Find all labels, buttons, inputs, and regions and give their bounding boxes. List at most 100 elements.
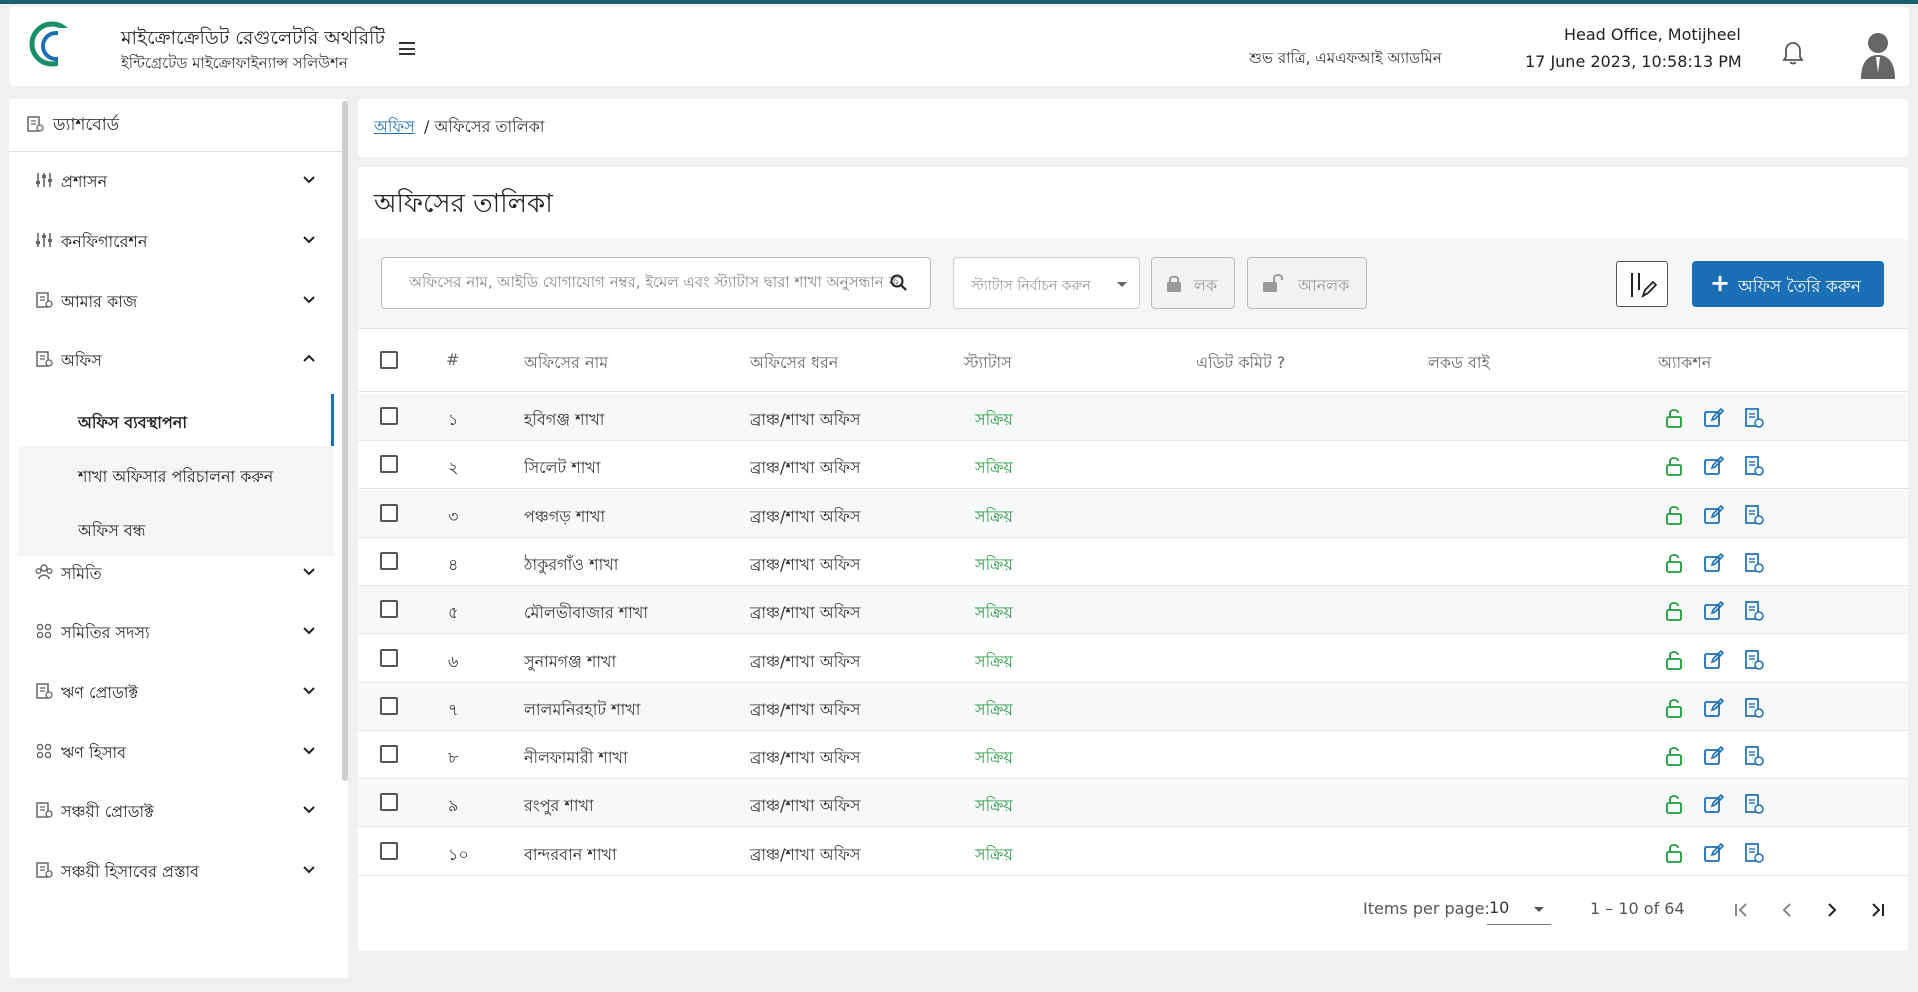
unlock-icon[interactable] (1663, 745, 1685, 767)
view-details-icon[interactable] (1743, 793, 1765, 815)
table-row: ১০ বান্দরবান শাখা ব্রাঞ্চ/শাখা অফিস সক্রিয় (358, 828, 1908, 876)
sliders-icon (36, 173, 52, 187)
chevron-down-icon[interactable] (302, 172, 316, 186)
edit-icon[interactable] (1703, 455, 1725, 477)
unlock-icon[interactable] (1663, 552, 1685, 574)
items-per-page-label: Items per page: (1363, 899, 1490, 918)
chevron-down-icon[interactable] (302, 292, 316, 306)
create-office-button[interactable]: + অফিস তৈরি করুন (1692, 261, 1884, 307)
chevron-down-icon[interactable] (302, 564, 316, 578)
sidebar-item-4[interactable]: অফিস (9, 331, 334, 386)
chevron-down-icon[interactable] (302, 743, 316, 757)
chevron-down-icon[interactable] (302, 862, 316, 876)
row-checkbox[interactable] (380, 551, 398, 570)
row-checkbox[interactable] (380, 745, 398, 764)
unlock-icon[interactable] (1663, 649, 1685, 671)
unlock-icon[interactable] (1663, 793, 1685, 815)
status-select-placeholder: স্ট্যাটাস নির্বাচন করুন (971, 278, 1091, 294)
previous-page-button[interactable] (1770, 893, 1804, 927)
first-page-button[interactable] (1725, 893, 1759, 927)
view-details-icon[interactable] (1743, 649, 1765, 671)
view-details-icon[interactable] (1743, 455, 1765, 477)
hamburger-icon[interactable] (399, 42, 419, 58)
unlock-icon[interactable] (1663, 504, 1685, 526)
row-checkbox[interactable] (380, 455, 398, 474)
view-details-icon[interactable] (1743, 600, 1765, 622)
user-avatar-icon[interactable] (1859, 29, 1897, 79)
row-number: ৫ (448, 603, 459, 623)
sidebar-item-8[interactable]: ঋণ প্রোডাক্ট (9, 663, 334, 718)
members-icon (36, 743, 52, 759)
sidebar-item-7[interactable]: সমিতির সদস্য (9, 603, 334, 658)
view-details-icon[interactable] (1743, 745, 1765, 767)
column-header[interactable]: # (446, 350, 459, 369)
view-details-icon[interactable] (1743, 552, 1765, 574)
column-settings-button[interactable] (1616, 261, 1668, 307)
bell-icon[interactable] (1781, 40, 1805, 66)
view-details-icon[interactable] (1743, 697, 1765, 719)
chevron-down-icon[interactable] (302, 802, 316, 816)
chevron-left-icon (1782, 903, 1791, 917)
unlock-icon[interactable] (1663, 697, 1685, 719)
view-details-icon[interactable] (1743, 842, 1765, 864)
items-per-page-select[interactable]: 10 (1487, 895, 1551, 925)
sidebar-item-dashboard[interactable]: ড্যাশবোর্ড (9, 99, 342, 152)
column-header[interactable]: এডিট কমিট ? (1196, 350, 1285, 377)
status-cell: সক্রিয় (975, 506, 1013, 526)
chevron-right-icon (1828, 903, 1837, 917)
last-page-button[interactable] (1860, 893, 1894, 927)
column-header[interactable]: স্ট্যাটাস (964, 350, 1012, 377)
row-checkbox[interactable] (380, 407, 398, 425)
status-select[interactable]: স্ট্যাটাস নির্বাচন করুন (953, 257, 1140, 309)
breadcrumb-link-office[interactable]: অফিস (374, 114, 415, 141)
row-checkbox[interactable] (380, 696, 398, 715)
edit-icon[interactable] (1703, 649, 1725, 671)
next-page-button[interactable] (1815, 893, 1849, 927)
chevron-up-icon[interactable] (302, 351, 316, 365)
edit-icon[interactable] (1703, 745, 1725, 767)
column-header[interactable]: অফিসের নাম (524, 350, 608, 377)
sidebar-item-3[interactable]: আমার কাজ (9, 272, 334, 327)
row-checkbox[interactable] (380, 841, 398, 860)
column-header[interactable]: অফিসের ধরন (750, 350, 838, 377)
view-details-icon[interactable] (1743, 407, 1765, 429)
row-checkbox[interactable] (380, 793, 398, 812)
row-checkbox[interactable] (380, 503, 398, 522)
edit-icon[interactable] (1703, 504, 1725, 526)
sidebar-item-11[interactable]: সঞ্চয়ী হিসাবের প্রস্তাব (9, 842, 334, 897)
edit-icon[interactable] (1703, 842, 1725, 864)
unlock-icon[interactable] (1663, 600, 1685, 622)
chevron-down-icon[interactable] (302, 623, 316, 637)
view-details-icon[interactable] (1743, 504, 1765, 526)
submenu-item-2[interactable]: শাখা অফিসার পরিচালনা করুন (18, 448, 334, 500)
edit-icon[interactable] (1703, 697, 1725, 719)
chevron-down-icon[interactable] (302, 683, 316, 697)
unlock-icon[interactable] (1663, 407, 1685, 429)
sidebar-scrollbar[interactable] (342, 101, 348, 781)
edit-icon[interactable] (1703, 552, 1725, 574)
unlock-icon[interactable] (1663, 455, 1685, 477)
sidebar-item-9[interactable]: ঋণ হিসাব (9, 723, 334, 778)
status-cell: সক্রিয় (975, 554, 1013, 574)
edit-icon[interactable] (1703, 600, 1725, 622)
unlock-button[interactable]: আনলক (1247, 257, 1367, 309)
row-checkbox[interactable] (380, 600, 398, 619)
sliders-icon (36, 233, 52, 247)
sidebar-item-10[interactable]: সঞ্চয়ী প্রোডাক্ট (9, 782, 334, 837)
sidebar-item-1[interactable]: প্রশাসন (9, 152, 334, 207)
row-checkbox[interactable] (380, 648, 398, 667)
search-input[interactable] (409, 273, 899, 291)
sidebar-item-label: সমিতি (61, 564, 102, 583)
edit-icon[interactable] (1703, 407, 1725, 429)
submenu-item-1[interactable]: অফিস ব্যবস্থাপনা (18, 394, 334, 446)
submenu-item-3[interactable]: অফিস বন্ধ (18, 502, 334, 554)
edit-icon[interactable] (1703, 793, 1725, 815)
select-all-checkbox[interactable] (380, 351, 398, 369)
lock-button[interactable]: লক (1151, 257, 1235, 309)
column-header[interactable]: লকড বাই (1428, 350, 1490, 377)
table-row: ৩ পঞ্চগড় শাখা ব্রাঞ্চ/শাখা অফিস সক্রিয় (358, 489, 1908, 538)
unlock-icon[interactable] (1663, 842, 1685, 864)
chevron-down-icon[interactable] (302, 232, 316, 246)
sidebar-item-2[interactable]: কনফিগারেশন (9, 212, 334, 267)
search-icon[interactable] (889, 273, 909, 293)
